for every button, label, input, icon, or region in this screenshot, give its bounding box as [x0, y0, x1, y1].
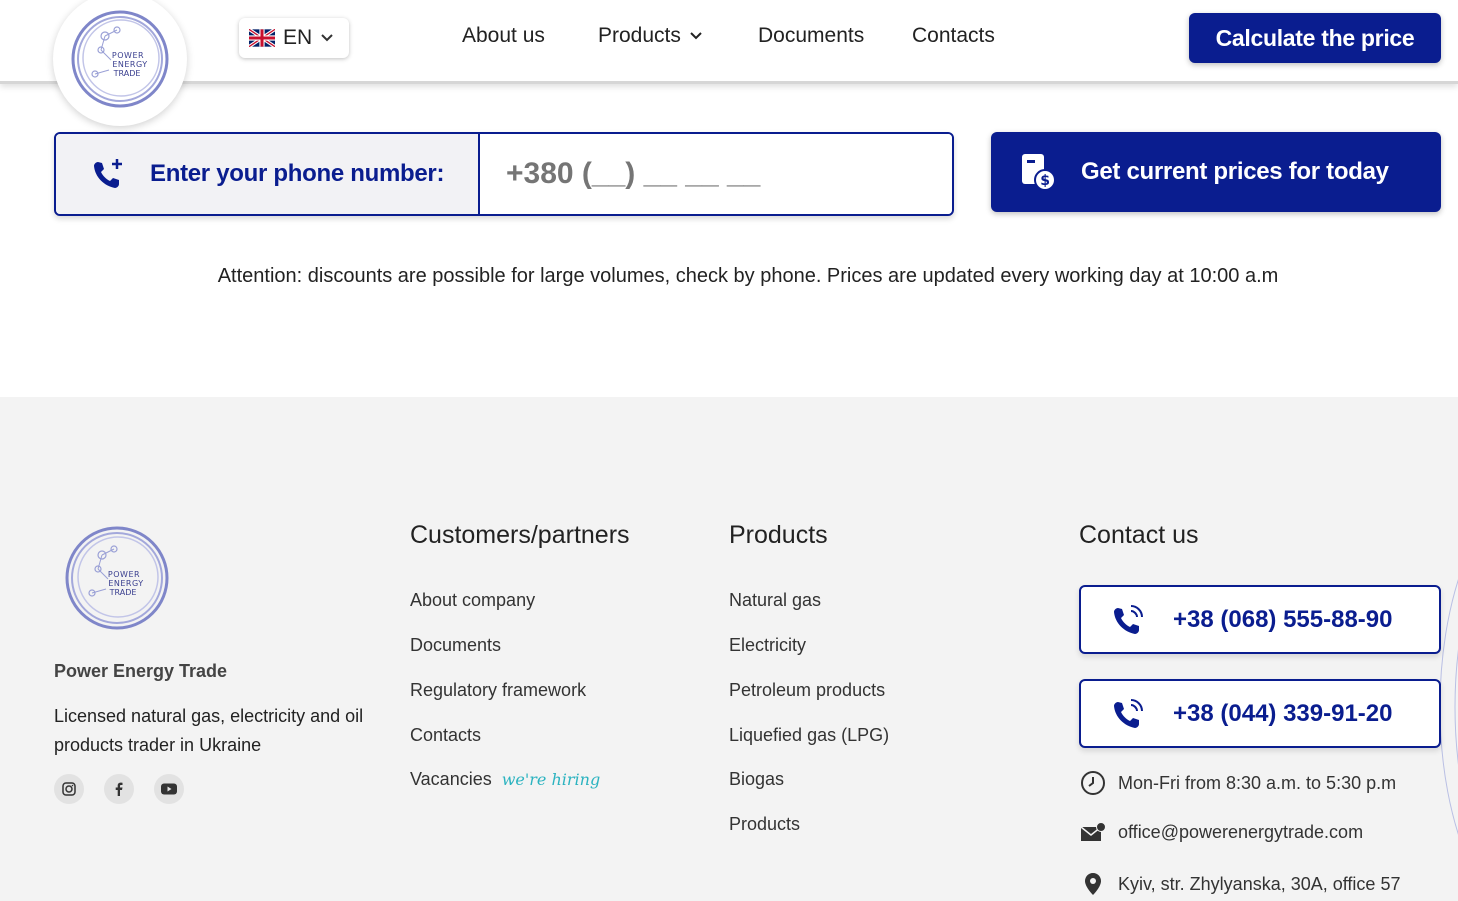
- customers-title: Customers/partners: [410, 521, 630, 549]
- contact-title: Contact us: [1079, 521, 1199, 549]
- language-label: EN: [283, 26, 313, 49]
- logo-text-1: POWER: [112, 51, 144, 60]
- working-hours: Mon-Fri from 8:30 a.m. to 5:30 p.m: [1080, 770, 1396, 796]
- footer-logo-text-2: ENERGY: [108, 579, 143, 588]
- mail-icon: [1080, 822, 1106, 841]
- nav-documents-label: Documents: [758, 24, 865, 47]
- phone-number-2: +38 (044) 339-91-20: [1173, 699, 1393, 727]
- header-logo[interactable]: POWER ENERGY TRADE: [53, 0, 187, 126]
- language-selector[interactable]: EN: [239, 18, 349, 58]
- footer-link-regulatory-framework[interactable]: Regulatory framework: [410, 680, 586, 701]
- footer-link-natural-gas[interactable]: Natural gas: [729, 590, 821, 611]
- working-hours-text: Mon-Fri from 8:30 a.m. to 5:30 p.m: [1118, 772, 1397, 793]
- uk-flag-icon: [249, 29, 275, 47]
- nav-documents[interactable]: Documents: [758, 24, 864, 48]
- logo-text-2: ENERGY: [112, 60, 147, 69]
- facebook-link[interactable]: [104, 774, 134, 804]
- phone-number-1: +38 (068) 555-88-90: [1173, 605, 1393, 633]
- nav-contacts-label: Contacts: [912, 24, 995, 47]
- location-pin-icon: [1085, 873, 1101, 895]
- svg-text:$: $: [1040, 173, 1049, 189]
- nav-contacts[interactable]: Contacts: [912, 24, 995, 48]
- logo-emblem-icon: POWER ENERGY TRADE: [65, 526, 169, 630]
- calculate-price-button[interactable]: Calculate the price: [1189, 13, 1441, 63]
- instagram-link[interactable]: [54, 774, 84, 804]
- address-text: Kyiv, str. Zhylyanska, 30A, office 57: [1118, 873, 1401, 894]
- footer-link-documents[interactable]: Documents: [410, 635, 501, 656]
- nav-products[interactable]: Products: [598, 24, 703, 48]
- site-footer: POWER ENERGY TRADE Power Energy Trade Li…: [0, 397, 1458, 901]
- phone-call-icon: [1114, 698, 1143, 728]
- phone-call-icon: [1114, 604, 1143, 634]
- instagram-icon: [62, 782, 76, 796]
- vacancies-label: Vacancies: [410, 769, 492, 789]
- phone-label-text: Enter your phone number:: [150, 160, 445, 187]
- footer-logo-text-1: POWER: [108, 570, 140, 579]
- phone-form: Enter your phone number:: [54, 132, 954, 216]
- footer-link-about-company[interactable]: About company: [410, 590, 535, 611]
- footer-link-contacts[interactable]: Contacts: [410, 725, 481, 746]
- nav-products-label: Products: [598, 24, 681, 47]
- phone-input[interactable]: [480, 134, 952, 214]
- attention-note: Attention: discounts are possible for la…: [217, 265, 1279, 287]
- hiring-badge: we're hiring: [501, 770, 601, 789]
- email-link[interactable]: office@powerenergytrade.com: [1080, 821, 1363, 843]
- footer-link-petroleum-products[interactable]: Petroleum products: [729, 680, 885, 701]
- chevron-down-icon: [690, 32, 702, 40]
- footer-link-electricity[interactable]: Electricity: [729, 635, 806, 656]
- get-prices-label: Get current prices for today: [1081, 158, 1389, 185]
- phone-link-2[interactable]: +38 (044) 339-91-20: [1079, 679, 1441, 748]
- price-document-icon: $: [1022, 154, 1056, 191]
- footer-link-vacancies[interactable]: Vacancies we're hiring: [410, 769, 600, 790]
- logo-text-3: TRADE: [113, 69, 141, 78]
- products-title: Products: [729, 521, 828, 549]
- footer-logo[interactable]: POWER ENERGY TRADE: [62, 523, 172, 633]
- address: Kyiv, str. Zhylyanska, 30A, office 57: [1080, 871, 1400, 897]
- company-name: Power Energy Trade: [54, 661, 228, 681]
- social-links: [54, 774, 184, 804]
- site-header: EN About us Products Documents Contacts …: [0, 0, 1458, 84]
- footer-link-biogas[interactable]: Biogas: [729, 769, 784, 790]
- phone-link-1[interactable]: +38 (068) 555-88-90: [1079, 585, 1441, 654]
- logo-emblem-icon: POWER ENERGY TRADE: [71, 10, 169, 108]
- phone-label-panel: Enter your phone number:: [56, 134, 480, 214]
- email-text: office@powerenergytrade.com: [1118, 821, 1364, 842]
- company-description: Licensed natural gas, electricity and oi…: [54, 706, 364, 755]
- phone-plus-icon: [94, 159, 122, 188]
- youtube-icon: [161, 783, 177, 795]
- clock-icon: [1081, 771, 1105, 795]
- facebook-icon: [115, 782, 123, 796]
- nav-about-us[interactable]: About us: [462, 24, 545, 48]
- get-prices-button[interactable]: $ Get current prices for today: [991, 132, 1441, 212]
- chevron-down-icon: [321, 34, 333, 42]
- footer-link-products[interactable]: Products: [729, 814, 800, 835]
- nav-about-us-label: About us: [462, 24, 545, 47]
- footer-logo-text-3: TRADE: [109, 588, 137, 597]
- youtube-link[interactable]: [154, 774, 184, 804]
- footer-link-lpg[interactable]: Liquefied gas (LPG): [729, 725, 889, 746]
